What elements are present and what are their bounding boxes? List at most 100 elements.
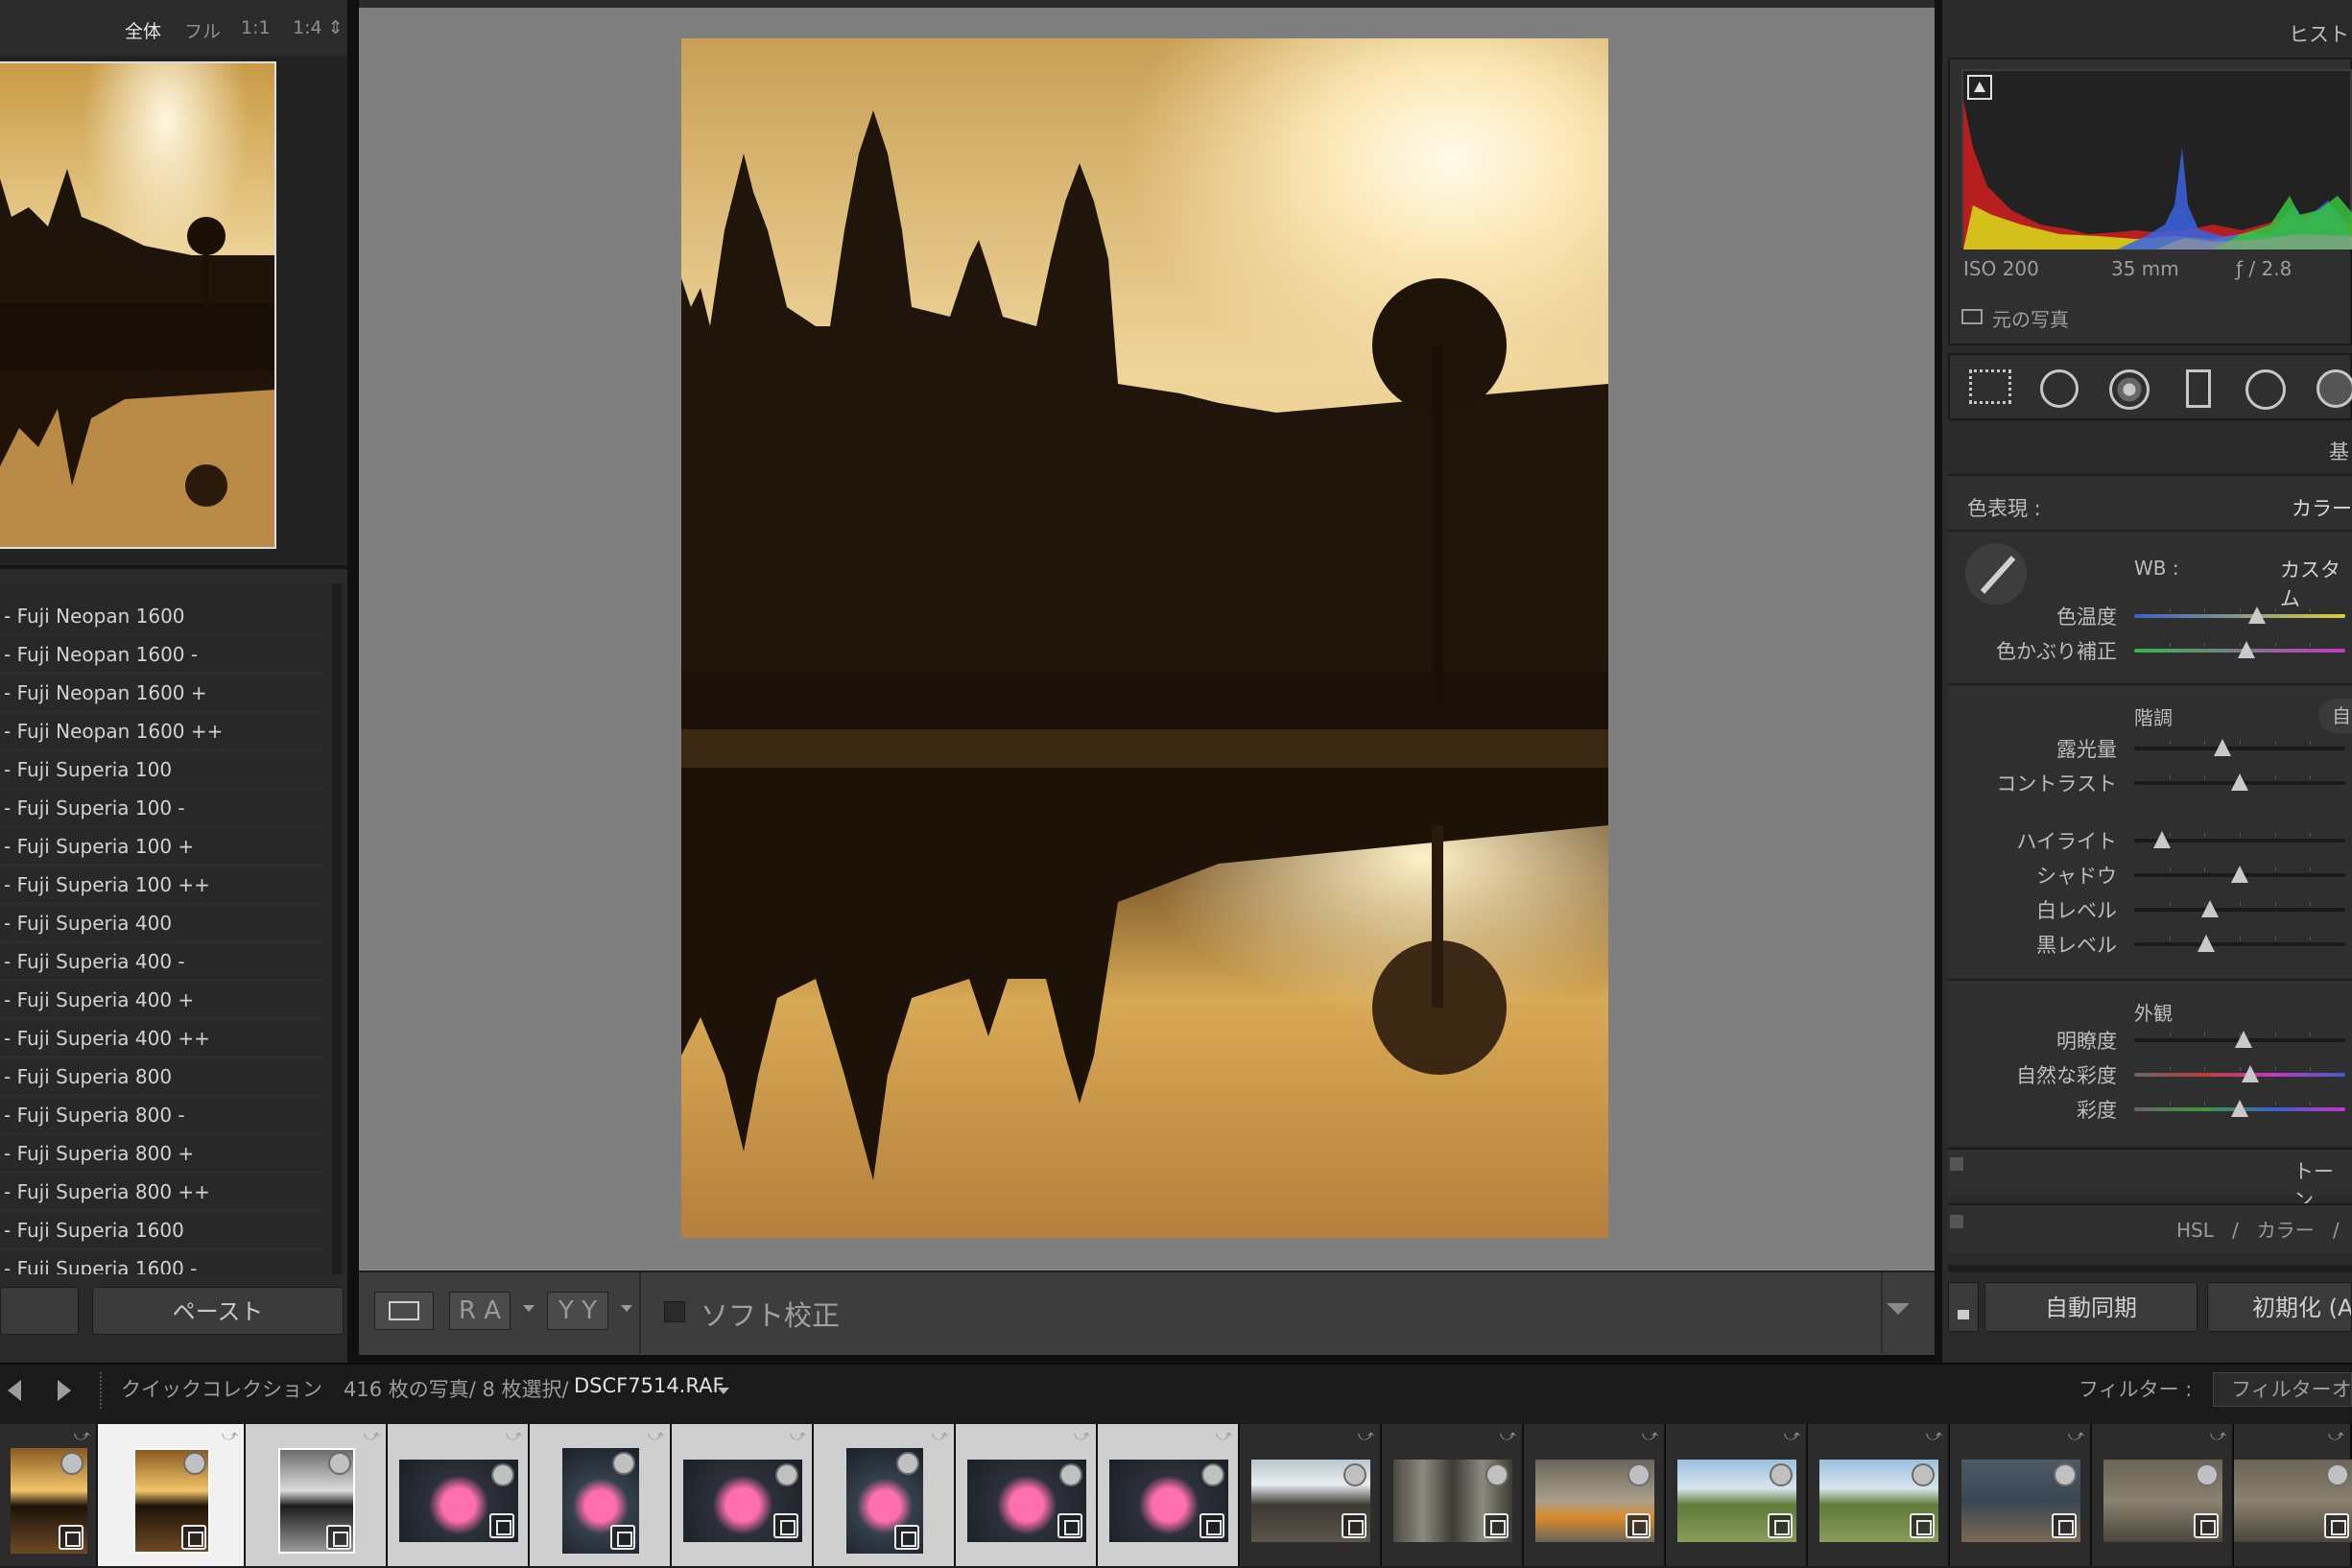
rotate-icon[interactable]: ⤻ <box>648 1426 664 1445</box>
preset-item[interactable]: - Fuji Superia 400 + <box>0 981 324 1019</box>
whites-slider[interactable] <box>2134 902 2345 912</box>
rotate-icon[interactable]: ⤻ <box>506 1426 522 1445</box>
reset-button[interactable]: 初期化 (A <box>2207 1282 2352 1332</box>
filmstrip-cell[interactable]: ⤻ <box>1950 1424 2092 1566</box>
shadows-slider-thumb[interactable] <box>2231 866 2248 883</box>
zoom-fill[interactable]: フル <box>184 17 221 43</box>
rotate-icon[interactable]: ⤻ <box>364 1426 380 1445</box>
filmstrip-cell[interactable]: ⤻ <box>246 1424 388 1566</box>
hsl-tabs[interactable]: HSL / カラー / <box>2176 1215 2340 1243</box>
clarity-slider-thumb[interactable] <box>2235 1031 2253 1048</box>
preset-item[interactable]: - Fuji Superia 1600 <box>0 1211 324 1249</box>
blacks-slider[interactable] <box>2134 937 2345 946</box>
preset-item[interactable]: - Fuji Neopan 1600 ++ <box>0 712 324 750</box>
preset-item[interactable]: - Fuji Superia 800 <box>0 1057 324 1096</box>
graduated-filter-icon[interactable] <box>2186 369 2211 408</box>
preset-item[interactable]: - Fuji Neopan 1600 <box>0 597 324 635</box>
flag-dot-icon[interactable] <box>183 1452 206 1475</box>
main-photo[interactable] <box>681 38 1608 1238</box>
filmstrip-cell[interactable]: ⤻ <box>530 1424 672 1566</box>
rotate-icon[interactable]: ⤻ <box>1784 1426 1800 1445</box>
rotate-icon[interactable]: ⤻ <box>790 1426 806 1445</box>
before-after-lr-button[interactable]: R A <box>449 1292 511 1330</box>
panel-switch-icon[interactable] <box>1950 1157 1963 1171</box>
highlights-slider-thumb[interactable] <box>2152 831 2171 848</box>
rotate-icon[interactable]: ⤻ <box>1216 1426 1232 1445</box>
rotate-icon[interactable]: ⤻ <box>222 1426 238 1445</box>
filmstrip-cell[interactable]: ⤻ <box>1808 1424 1950 1566</box>
temp-slider[interactable] <box>2134 608 2345 618</box>
filmstrip-cell[interactable]: ⤻ <box>0 1424 98 1566</box>
red-eye-icon[interactable] <box>2109 369 2150 410</box>
sync-switch[interactable] <box>1948 1282 1979 1332</box>
histogram-title[interactable]: ヒスト <box>2289 19 2349 48</box>
forward-arrow-icon[interactable] <box>58 1380 71 1401</box>
flag-dot-icon[interactable] <box>328 1452 351 1475</box>
preset-item[interactable]: - Fuji Neopan 1600 + <box>0 674 324 712</box>
filter-dropdown[interactable]: フィルターオ <box>2213 1372 2352 1407</box>
flag-dot-icon[interactable] <box>1343 1463 1366 1486</box>
tone-auto-button[interactable]: 自 <box>2318 699 2352 733</box>
filmstrip-cell[interactable]: ⤻ <box>672 1424 814 1566</box>
original-photo-checkbox[interactable] <box>1961 309 1983 324</box>
flag-dot-icon[interactable] <box>1201 1463 1224 1486</box>
flag-dot-icon[interactable] <box>1059 1463 1082 1486</box>
blacks-slider-thumb[interactable] <box>2197 935 2215 952</box>
navigator-thumbnail[interactable] <box>0 61 276 549</box>
preset-item[interactable]: - Fuji Superia 800 + <box>0 1134 324 1173</box>
crop-icon[interactable] <box>1969 369 2011 404</box>
flag-dot-icon[interactable] <box>2325 1463 2349 1486</box>
preset-scrollbar[interactable] <box>332 583 342 1274</box>
wb-picker-button[interactable] <box>1965 543 2027 605</box>
zoom-fit[interactable]: 全体 <box>125 17 161 43</box>
chevron-down-icon[interactable] <box>718 1388 729 1394</box>
wb-value-dropdown[interactable]: カスタム <box>2280 555 2352 612</box>
rotate-icon[interactable]: ⤻ <box>2328 1426 2344 1445</box>
shadow-clipping-button[interactable] <box>1967 75 1992 100</box>
filename-dropdown[interactable]: DSCF7514.RAF <box>574 1374 725 1397</box>
filmstrip-cell[interactable]: ⤻ <box>1666 1424 1808 1566</box>
preset-item[interactable]: - Fuji Superia 100 <box>0 750 324 789</box>
exposure-slider-thumb[interactable] <box>2214 739 2232 756</box>
paste-button[interactable]: ペースト <box>92 1287 344 1335</box>
temp-slider-thumb[interactable] <box>2247 606 2266 624</box>
preset-item[interactable]: - Fuji Superia 100 + <box>0 827 324 866</box>
tone-curve-header[interactable] <box>1948 1148 2352 1196</box>
filmstrip-cell[interactable]: ⤻ <box>1098 1424 1240 1566</box>
rotate-icon[interactable]: ⤻ <box>1642 1426 1658 1445</box>
preset-item[interactable]: - Fuji Superia 100 ++ <box>0 866 324 904</box>
rotate-icon[interactable]: ⤻ <box>2068 1426 2084 1445</box>
flag-dot-icon[interactable] <box>1770 1463 1793 1486</box>
filmstrip-cell[interactable]: ⤻ <box>2233 1424 2352 1566</box>
before-after-tb-button[interactable]: Y Y <box>547 1292 608 1330</box>
chevron-down-icon[interactable] <box>523 1305 535 1312</box>
toolbar-menu-icon[interactable] <box>1887 1303 1910 1315</box>
preset-item[interactable]: - Fuji Superia 100 - <box>0 789 324 827</box>
radial-filter-icon[interactable] <box>2245 369 2286 410</box>
treatment-color-option[interactable]: カラー <box>2292 493 2352 522</box>
flag-dot-icon[interactable] <box>491 1463 514 1486</box>
basic-title[interactable]: 基 <box>2329 437 2349 465</box>
filmstrip-cell[interactable]: ⤻ <box>388 1424 530 1566</box>
filmstrip-cell[interactable]: ⤻ <box>1382 1424 1524 1566</box>
tint-slider-thumb[interactable] <box>2237 641 2255 658</box>
flag-dot-icon[interactable] <box>775 1463 798 1486</box>
preset-item[interactable]: - Fuji Superia 1600 - <box>0 1249 324 1274</box>
rotate-icon[interactable]: ⤻ <box>2210 1426 2226 1445</box>
filmstrip-cell[interactable]: ⤻ <box>2092 1424 2234 1566</box>
flag-dot-icon[interactable] <box>1912 1463 1935 1486</box>
soft-proof-checkbox[interactable] <box>664 1301 685 1322</box>
flag-dot-icon[interactable] <box>1627 1463 1651 1486</box>
auto-sync-button[interactable]: 自動同期 <box>1984 1282 2198 1332</box>
back-arrow-icon[interactable] <box>8 1380 21 1401</box>
saturation-slider-thumb[interactable] <box>2231 1100 2248 1117</box>
flag-dot-icon[interactable] <box>1485 1463 1509 1486</box>
filmstrip-cell[interactable]: ⤻ <box>956 1424 1098 1566</box>
loupe-view-button[interactable] <box>374 1292 434 1330</box>
chevron-down-icon[interactable] <box>621 1305 632 1312</box>
vibrance-slider-thumb[interactable] <box>2242 1065 2259 1082</box>
rotate-icon[interactable]: ⤻ <box>1358 1426 1374 1445</box>
flag-dot-icon[interactable] <box>612 1452 635 1475</box>
preset-item[interactable]: - Fuji Neopan 1600 - <box>0 635 324 674</box>
histogram-graph[interactable] <box>1961 69 2352 249</box>
